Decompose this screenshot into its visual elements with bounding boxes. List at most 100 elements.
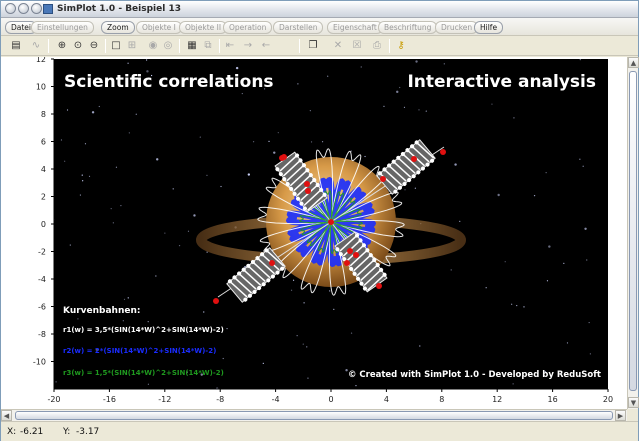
marker-point bbox=[347, 248, 353, 254]
x-tick-label: 16 bbox=[548, 395, 558, 404]
printer-icon[interactable]: ⎙ bbox=[370, 39, 384, 53]
status-x-label: X: bbox=[7, 427, 17, 437]
star bbox=[306, 346, 308, 348]
horizontal-scroll-thumb[interactable] bbox=[15, 411, 613, 420]
menu-objekte-i[interactable]: Objekte I bbox=[136, 21, 182, 34]
status-y-value: -3.17 bbox=[76, 427, 100, 437]
star bbox=[135, 113, 137, 115]
maximize-window-button[interactable] bbox=[31, 3, 42, 14]
minimize-window-button[interactable] bbox=[18, 3, 29, 14]
x-tick-label: -16 bbox=[103, 395, 116, 404]
marker-point bbox=[213, 298, 219, 304]
star bbox=[147, 383, 149, 385]
star bbox=[333, 308, 335, 310]
star bbox=[512, 383, 514, 385]
scroll-corner bbox=[627, 409, 638, 421]
scroll-right-icon[interactable]: ▶ bbox=[615, 410, 626, 421]
star bbox=[579, 158, 581, 160]
menu-drucken[interactable]: Drucken bbox=[435, 21, 479, 34]
star bbox=[297, 83, 299, 85]
star bbox=[277, 132, 279, 134]
shape-icon[interactable]: ⧉ bbox=[201, 39, 215, 53]
title-bar[interactable]: SimPlot 1.0 - Beispiel 13 bbox=[1, 1, 638, 18]
menu-operation[interactable]: Operation bbox=[223, 21, 273, 34]
star bbox=[588, 321, 590, 324]
star bbox=[247, 173, 251, 176]
star bbox=[203, 311, 205, 313]
plot-area[interactable]: -20 -16 -12 -8 -4 0 4 8 12 16 20 12 10 8 6 4 2 0 -2 -4 -6 -8-… bbox=[1, 55, 627, 409]
copy-left-icon[interactable]: ⇤ bbox=[223, 39, 237, 53]
calculator-icon[interactable]: ▤ bbox=[9, 39, 23, 53]
star bbox=[127, 297, 129, 299]
menu-zoom[interactable]: Zoom bbox=[101, 21, 135, 34]
frame-icon[interactable]: □ bbox=[109, 39, 123, 53]
close-window-button[interactable] bbox=[5, 3, 16, 14]
x-tick-label: -20 bbox=[47, 395, 60, 404]
star bbox=[252, 141, 255, 143]
key-icon[interactable]: ⚷ bbox=[394, 39, 408, 53]
star bbox=[206, 174, 208, 176]
menu-hilfe[interactable]: Hilfe bbox=[474, 21, 504, 34]
star bbox=[485, 287, 487, 289]
zoom-out-icon[interactable]: ⊖ bbox=[87, 39, 101, 53]
star bbox=[321, 141, 324, 143]
star bbox=[127, 62, 129, 64]
arrow-left-icon[interactable]: ← bbox=[259, 39, 273, 53]
curve-icon[interactable]: ∿ bbox=[29, 39, 43, 53]
y-tick-label: 8 bbox=[41, 110, 46, 119]
star bbox=[241, 92, 243, 95]
scroll-up-icon[interactable]: ▲ bbox=[628, 57, 639, 68]
marker-point bbox=[380, 176, 386, 182]
star bbox=[548, 245, 551, 248]
menu-beschriftung[interactable]: Beschriftung bbox=[378, 21, 438, 34]
star bbox=[84, 143, 87, 145]
menu-eigenschaft[interactable]: Eigenschaft bbox=[327, 21, 383, 34]
app-window: SimPlot 1.0 - Beispiel 13 Datei Einstellu… bbox=[0, 0, 639, 441]
star bbox=[497, 193, 500, 197]
cross-box-icon[interactable]: ☒ bbox=[350, 39, 364, 53]
horizontal-scrollbar[interactable]: ◀ ▶ bbox=[1, 409, 627, 421]
marker-point bbox=[411, 156, 417, 162]
ring-icon[interactable]: ◎ bbox=[161, 39, 175, 53]
star bbox=[77, 318, 79, 320]
star bbox=[383, 105, 385, 107]
zoom-in-icon[interactable]: ⊕ bbox=[55, 39, 69, 53]
zoom-fit-icon[interactable]: ⊙ bbox=[71, 39, 85, 53]
point-icon[interactable]: ◉ bbox=[146, 39, 160, 53]
y-tick-label: 12 bbox=[36, 57, 46, 64]
menu-bar: Datei Einstellungen Zoom Objekte I Objekte I… bbox=[1, 18, 638, 36]
star bbox=[546, 280, 549, 282]
star bbox=[355, 385, 357, 387]
star bbox=[327, 75, 329, 77]
scroll-down-icon[interactable]: ▼ bbox=[628, 397, 639, 408]
vertical-scrollbar[interactable]: ▲ ▼ bbox=[627, 57, 639, 409]
page-icon[interactable]: ❐ bbox=[306, 39, 320, 53]
legend-r3: r3(w) = 1,5*(SIN(14*W)^2+SIN(14*W)-2) bbox=[63, 369, 224, 377]
star bbox=[155, 275, 157, 277]
vertical-scroll-thumb[interactable] bbox=[629, 71, 637, 391]
menu-einstellungen[interactable]: Einstellungen bbox=[31, 21, 94, 34]
cross-icon[interactable]: ✕ bbox=[331, 39, 345, 53]
star bbox=[415, 60, 418, 63]
marker-point bbox=[304, 181, 310, 187]
star bbox=[566, 342, 569, 344]
star bbox=[513, 117, 515, 119]
table-icon[interactable]: ▦ bbox=[185, 39, 199, 53]
star bbox=[545, 172, 547, 174]
star bbox=[82, 180, 84, 182]
marker-point bbox=[376, 283, 382, 289]
grid-icon[interactable]: ⊞ bbox=[125, 39, 139, 53]
marker-point bbox=[269, 260, 275, 266]
star bbox=[156, 158, 159, 161]
star bbox=[579, 59, 581, 61]
marker-point bbox=[279, 155, 285, 161]
star bbox=[88, 175, 91, 177]
star bbox=[425, 110, 427, 112]
scroll-left-icon[interactable]: ◀ bbox=[1, 410, 12, 421]
menu-darstellen[interactable]: Darstellen bbox=[273, 21, 324, 34]
menu-objekte-ii[interactable]: Objekte II bbox=[179, 21, 228, 34]
star bbox=[563, 262, 565, 264]
star bbox=[309, 110, 311, 112]
plot-canvas[interactable]: -20 -16 -12 -8 -4 0 4 8 12 16 20121086420-2-4-6-8-… bbox=[1, 55, 627, 409]
arrow-right-icon[interactable]: → bbox=[241, 39, 255, 53]
